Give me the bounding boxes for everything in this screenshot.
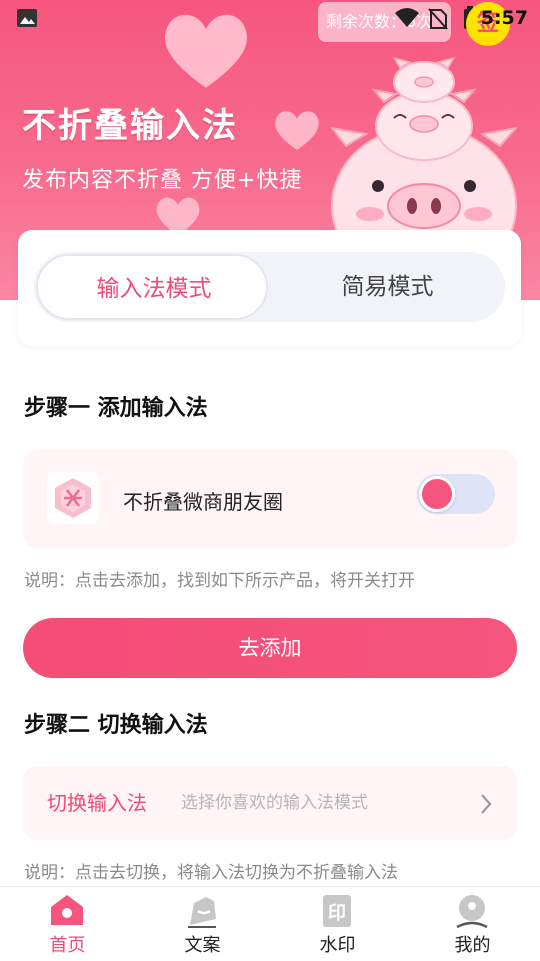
tab-copywriting-label: 文案 (184, 935, 221, 956)
tab-input-method-mode[interactable]: 输入法模式 (36, 254, 268, 320)
switch-row-hint: 选择你喜欢的输入法模式 (181, 793, 368, 813)
photo-icon (17, 9, 37, 27)
watermark-icon: 印 (323, 895, 351, 927)
step2-title: 步骤二 切换输入法 (24, 713, 208, 738)
banner-subtitle: 发布内容不折叠 方便+快捷 (22, 168, 303, 193)
wifi-icon (395, 8, 419, 27)
chevron-right-icon (481, 794, 492, 814)
switch-row-label: 切换输入法 (47, 791, 147, 815)
app-logo-icon (47, 472, 99, 524)
profile-icon (456, 895, 488, 929)
status-bar: 剩余次数：6次 签 5:57 (0, 0, 540, 46)
app-name: 不折叠微商朋友圈 (123, 490, 283, 514)
tab-home-label: 首页 (49, 935, 86, 956)
heart-decoration (275, 111, 319, 151)
mode-segmented-control: 输入法模式 简易模式 (34, 252, 505, 322)
app-list-item: 不折叠微商朋友圈 (23, 450, 517, 548)
home-icon (51, 895, 83, 925)
tab-home[interactable]: 首页 (0, 887, 135, 961)
status-time: 5:57 (480, 7, 528, 29)
go-add-button[interactable]: 去添加 (23, 618, 517, 678)
tab-label: 输入法模式 (96, 276, 212, 302)
tab-watermark[interactable]: 印 水印 (270, 887, 405, 961)
mode-switch-card: 输入法模式 简易模式 (18, 230, 521, 346)
tab-copywriting[interactable]: 文案 (135, 887, 270, 961)
bottom-tab-bar: 首页 文案 印 水印 我的 (0, 886, 540, 961)
pig-illustration (329, 56, 519, 236)
toggle-knob (419, 476, 455, 512)
switch-input-method-row[interactable]: 切换输入法 选择你喜欢的输入法模式 (23, 766, 517, 840)
banner-title: 不折叠输入法 (22, 106, 238, 146)
step2-note: 说明：点击去切换，将输入法切换为不折叠输入法 (24, 863, 398, 883)
tab-simple-mode[interactable]: 简易模式 (270, 254, 505, 320)
tab-profile[interactable]: 我的 (405, 887, 540, 961)
tab-profile-label: 我的 (454, 935, 491, 956)
svg-text:印: 印 (328, 903, 346, 924)
step1-title: 步骤一 添加输入法 (24, 396, 208, 421)
step1-note: 说明：点击去添加，找到如下所示产品，将开关打开 (24, 571, 415, 591)
enable-toggle[interactable] (417, 474, 495, 514)
tab-watermark-label: 水印 (319, 935, 356, 956)
copywriting-icon (188, 897, 216, 928)
no-sim-icon (428, 8, 448, 30)
